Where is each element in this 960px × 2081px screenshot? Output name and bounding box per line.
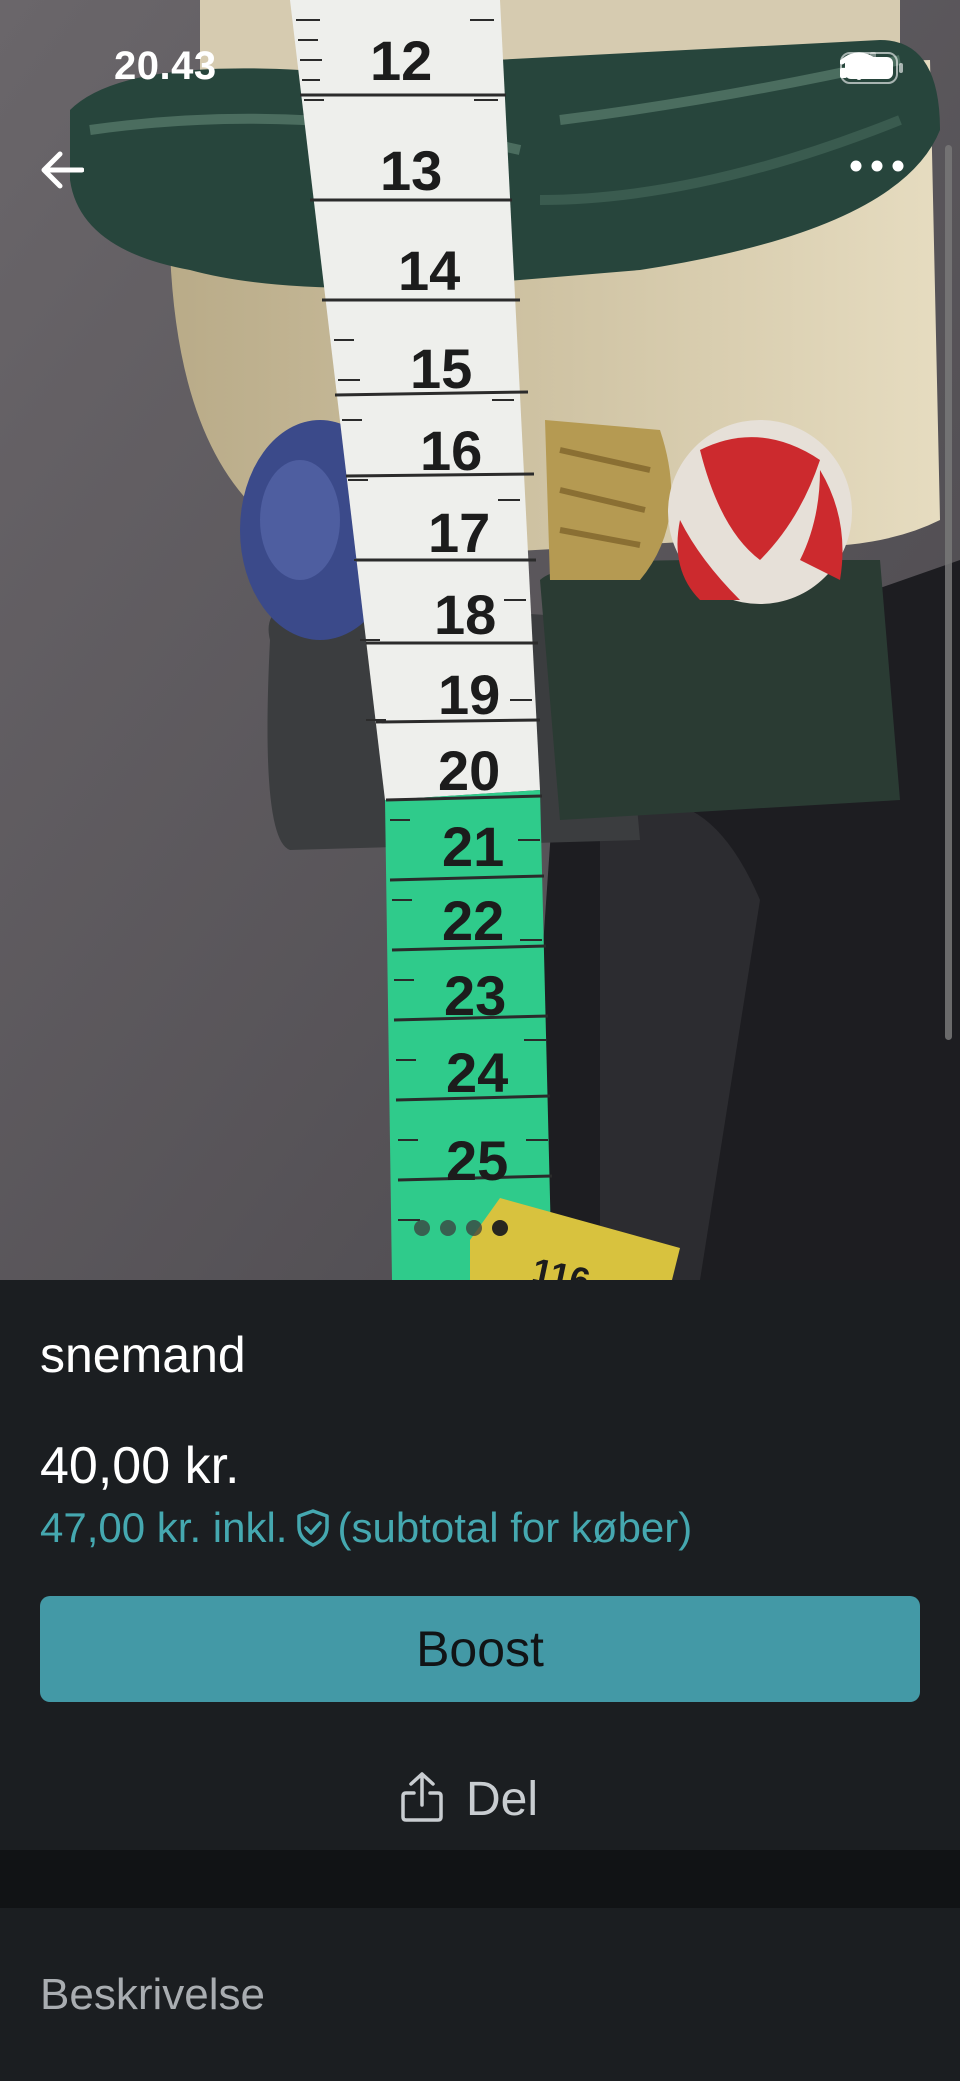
share-label: Del [466,1772,539,1826]
buyer-price-amount: 47,00 kr. inkl. [40,1504,288,1551]
back-button[interactable] [40,150,100,210]
status-bar-time: 20.43 [114,44,217,88]
description-section: Beskrivelse [0,1908,960,2081]
svg-text:24: 24 [446,1041,508,1104]
boost-button[interactable]: Boost [40,1596,920,1702]
svg-text:16: 16 [420,419,482,482]
scroll-indicator[interactable] [945,145,952,1040]
share-icon [400,1771,444,1828]
page-dot[interactable] [466,1220,482,1236]
svg-text:22: 22 [442,889,504,952]
description-heading: Beskrivelse [40,1970,265,2019]
section-divider [0,1850,960,1908]
svg-text:13: 13 [380,139,442,202]
page-dot[interactable] [414,1220,430,1236]
page-dot[interactable] [440,1220,456,1236]
svg-text:21: 21 [442,815,504,878]
share-button[interactable]: Del [400,1766,538,1832]
svg-text:20: 20 [438,739,500,802]
buyer-price-note: (subtotal for køber) [337,1504,693,1551]
svg-text:25: 25 [446,1129,508,1192]
svg-text:19: 19 [438,663,500,726]
listing-price: 40,00 kr. [40,1437,240,1495]
gallery-page-indicator[interactable] [414,1220,508,1236]
listing-title: snemand [40,1327,246,1383]
svg-text:17: 17 [428,501,490,564]
svg-text:15: 15 [410,337,472,400]
shield-check-icon [295,1508,331,1548]
svg-text:18: 18 [434,583,496,646]
page-dot-active[interactable] [492,1220,508,1236]
status-bar-icons [840,52,903,88]
svg-text:23: 23 [444,964,506,1027]
more-options-button[interactable] [850,160,920,208]
listing-photo[interactable]: 12 13 14 15 16 17 18 19 20 21 22 23 24 2… [0,0,960,1280]
photo-illustration: 12 13 14 15 16 17 18 19 20 21 22 23 24 2… [0,0,960,1280]
svg-text:12: 12 [370,29,432,92]
buyer-price-info[interactable]: 47,00 kr. inkl. (subtotal for køber) [40,1504,692,1552]
svg-text:14: 14 [398,239,460,302]
